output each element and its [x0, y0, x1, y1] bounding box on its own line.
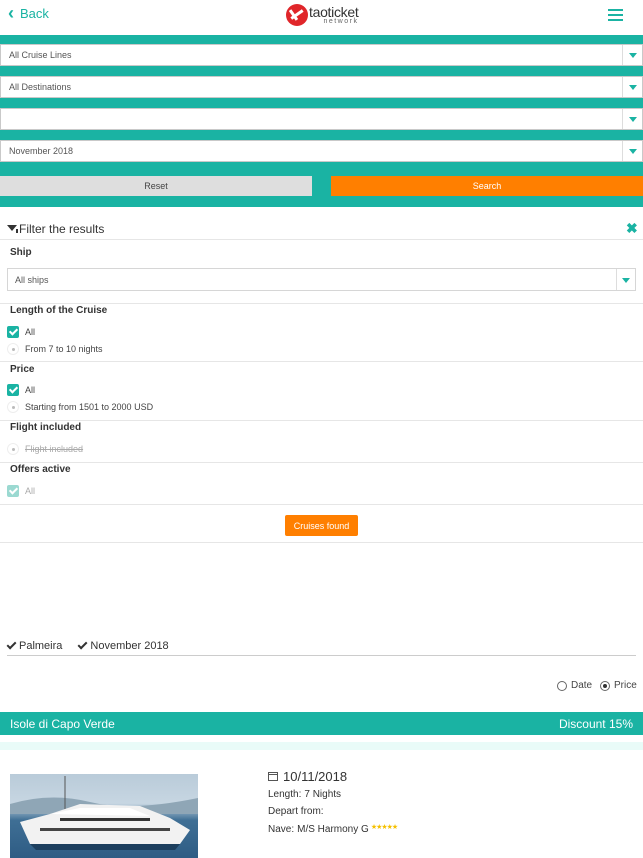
logo-mark-icon	[286, 4, 308, 26]
dropdown-arrow-icon	[622, 77, 642, 97]
chip-label: Palmeira	[19, 640, 63, 652]
checkbox-checked-icon[interactable]	[7, 326, 19, 338]
back-button[interactable]: ‹ Back	[8, 3, 49, 23]
length-value: 7 Nights	[304, 789, 342, 800]
dropdown-arrow-icon	[616, 269, 635, 290]
logo-subtitle: network	[323, 18, 359, 25]
cruise-length: Length: 7 Nights	[268, 789, 341, 800]
dropdown-arrow-icon	[622, 141, 642, 161]
cruises-found-button[interactable]: Cruises found	[285, 515, 358, 536]
logo-name: taoticket	[309, 4, 359, 20]
departure-date-value: 10/11/2018	[283, 769, 348, 784]
checkbox-checked-icon[interactable]	[7, 384, 19, 396]
sort-date-option[interactable]: Date	[557, 680, 592, 691]
radio-selected-icon[interactable]	[600, 680, 610, 691]
offers-label: Offers active	[10, 464, 71, 475]
month-select[interactable]: November 2018	[0, 140, 643, 162]
length-label: Length of the Cruise	[10, 305, 108, 316]
ship-select-value: All ships	[15, 274, 49, 285]
price-option-1501-2000[interactable]: Starting from 1501 to 2000 USD	[7, 401, 153, 413]
flight-option: Flight included	[7, 443, 83, 455]
divider	[0, 542, 643, 543]
divider	[0, 420, 643, 421]
filter-title-text: Filter the results	[19, 222, 105, 236]
active-filter-chip[interactable]: November 2018	[77, 637, 169, 655]
divider	[0, 504, 643, 505]
option-label: All	[25, 486, 36, 496]
divider	[0, 361, 643, 362]
sort-price-option[interactable]: Price	[600, 680, 637, 691]
divider	[0, 742, 643, 750]
active-filters: Palmeira November 2018	[6, 637, 636, 656]
checkbox-unchecked-icon[interactable]	[7, 401, 19, 413]
discount-badge: Discount 15%	[558, 716, 633, 731]
option-label: From 7 to 10 nights	[25, 344, 103, 354]
cruise-lines-select[interactable]: All Cruise Lines	[0, 44, 643, 66]
option-label: Starting from 1501 to 2000 USD	[25, 402, 154, 412]
cruise-title-bar[interactable]: Isole di Capo Verde Discount 15%	[0, 712, 643, 735]
calendar-icon	[268, 772, 278, 781]
dropdown-arrow-icon	[622, 45, 642, 65]
depart-key: Depart from:	[268, 806, 324, 817]
reset-button[interactable]: Reset	[0, 176, 312, 196]
length-option-all[interactable]: All	[7, 326, 35, 338]
radio-icon[interactable]	[557, 680, 567, 691]
divider	[0, 462, 643, 463]
filter-header: Filter the results ✖	[0, 220, 643, 240]
destinations-value: All Destinations	[9, 82, 72, 92]
checkbox-disabled-icon	[7, 443, 19, 455]
app-header: ‹ Back taoticket network	[0, 0, 643, 30]
chevron-left-icon: ‹	[8, 3, 14, 23]
sort-date-label: Date	[571, 680, 593, 691]
ship-name: Nave: M/S Harmony G ★★★★★	[268, 823, 398, 836]
cruise-title: Isole di Capo Verde	[10, 716, 115, 731]
month-value: November 2018	[9, 146, 74, 156]
offers-option-all: All	[7, 485, 35, 497]
star-rating-icon: ★★★★★	[370, 823, 398, 831]
ship-label: Ship	[10, 247, 32, 258]
price-label: Price	[10, 364, 35, 375]
ship-value: M/S Harmony G	[297, 824, 369, 835]
checkbox-checked-disabled-icon	[7, 485, 19, 497]
active-filter-chip[interactable]: Palmeira	[6, 637, 63, 655]
ship-key: Nave:	[268, 824, 295, 835]
ship-select[interactable]: All ships	[7, 268, 636, 291]
option-label: All	[25, 327, 36, 337]
chip-label: November 2018	[90, 640, 169, 652]
logo: taoticket network	[286, 3, 359, 27]
option-label: Flight included	[25, 444, 84, 454]
destinations-select[interactable]: All Destinations	[0, 76, 643, 98]
hamburger-menu-icon[interactable]	[608, 9, 623, 21]
checkbox-unchecked-icon[interactable]	[7, 343, 19, 355]
search-button[interactable]: Search	[331, 176, 643, 196]
divider	[0, 303, 643, 304]
ship-image[interactable]	[10, 774, 198, 858]
flight-label: Flight included	[10, 422, 82, 433]
depart-from: Depart from:	[268, 806, 327, 817]
option-label: All	[25, 385, 36, 395]
length-option-7-10[interactable]: From 7 to 10 nights	[7, 343, 103, 355]
departure-date: 10/11/2018	[268, 769, 347, 784]
back-label: Back	[20, 6, 49, 21]
dropdown-arrow-icon	[622, 109, 642, 129]
filter-title: Filter the results	[7, 222, 104, 236]
check-icon	[6, 639, 17, 649]
length-key: Length:	[268, 789, 302, 800]
cruise-lines-value: All Cruise Lines	[9, 50, 72, 60]
port-select[interactable]	[0, 108, 643, 130]
close-filter-icon[interactable]: ✖	[626, 220, 638, 237]
check-icon	[77, 639, 88, 649]
sort-price-label: Price	[614, 680, 637, 691]
filter-icon	[7, 225, 18, 233]
price-option-all[interactable]: All	[7, 384, 35, 396]
